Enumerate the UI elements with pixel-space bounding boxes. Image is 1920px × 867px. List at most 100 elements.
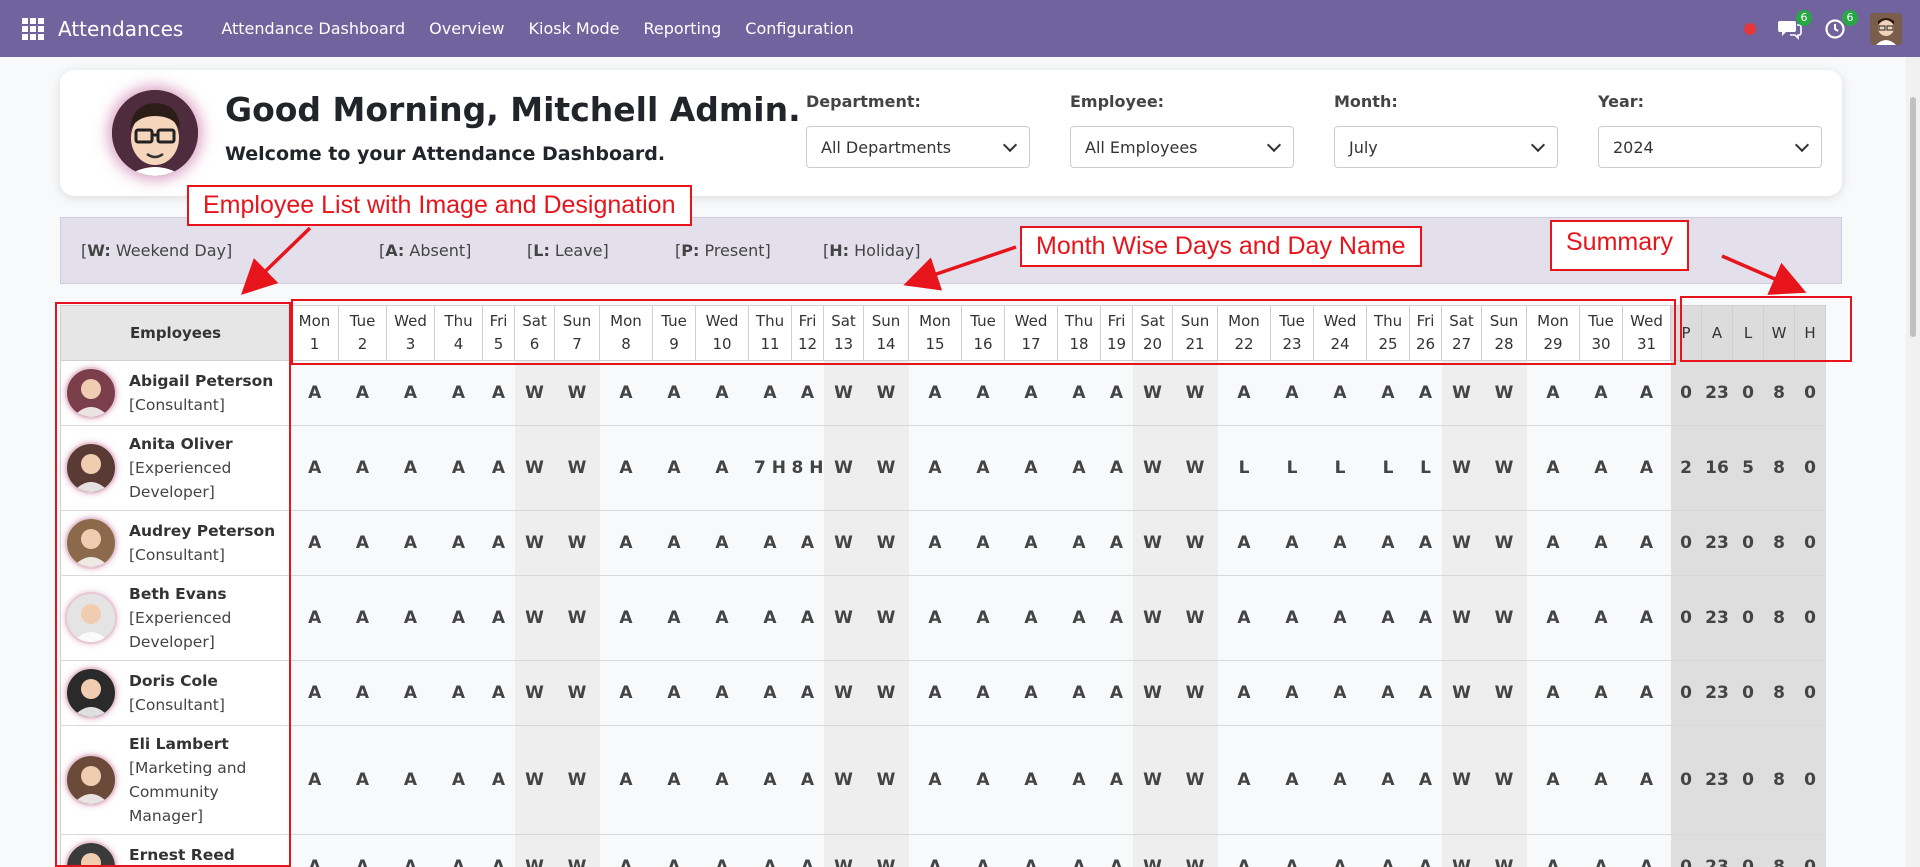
attendance-cell: A [434,725,483,835]
attendance-cell: A [338,575,387,661]
attendance-cell: A [1366,575,1410,661]
summary-cell: 0 [1670,510,1702,576]
attendance-cell: A [1004,834,1058,867]
scrollbar-thumb[interactable] [1910,97,1916,337]
employee-row[interactable]: Anita Oliver [Experienced Developer] A A A A A W… [60,425,1826,511]
attendance-cell: A [695,660,749,726]
attendance-cell: A [338,425,387,511]
attendance-cell: A [1579,834,1623,867]
attendance-cell: A [652,575,696,661]
summary-cell: 23 [1701,660,1733,726]
nav-configuration[interactable]: Configuration [745,19,854,38]
employee-row[interactable]: Beth Evans [Experienced Developer] A A A A A W W A… [60,575,1826,661]
attendance-cell: A [1622,834,1671,867]
attendance-cell: A [961,510,1005,576]
employee-row[interactable]: Ernest Reed[Consultant]AAAAAWWAAAAAWWAAA… [60,834,1826,867]
attendance-cell: A [338,510,387,576]
attendance-cell: A [1409,725,1442,835]
user-avatar[interactable] [1870,12,1902,45]
attendance-cell: A [1100,575,1133,661]
nav-reporting[interactable]: Reporting [644,19,722,38]
employee-row[interactable]: Eli Lambert [Marketing and Community Manage… [60,725,1826,835]
attendance-cell: A [1004,660,1058,726]
employee-row[interactable]: Abigail Peterson [Consultant] A A A A A W W A A A A A… [60,360,1826,426]
attendance-cell: A [1622,575,1671,661]
apps-grid-icon[interactable] [22,17,44,40]
legend-key: P: [681,241,700,260]
attendance-cell: A [695,510,749,576]
attendance-cell: W [1441,510,1482,576]
attendance-cell: A [961,660,1005,726]
year-filter: Year: 2024 [1598,92,1822,168]
attendance-cell: W [823,725,864,835]
attendance-cell: W [1132,575,1173,661]
summary-cell: 0 [1794,360,1826,426]
nav-attendance-dashboard[interactable]: Attendance Dashboard [221,19,405,38]
attendance-cell: A [652,660,696,726]
attendance-cell: A [908,575,962,661]
legend-text: Holiday] [849,241,921,260]
greeting-title: Good Morning, Mitchell Admin. [225,90,801,129]
attendance-cell: A [791,660,824,726]
attendance-cell: W [554,510,600,576]
attendance-cell: W [554,834,600,867]
month-value: July [1349,137,1378,157]
attendance-cell: A [290,660,339,726]
nav-overview[interactable]: Overview [429,19,504,38]
top-navbar: Attendances Attendance Dashboard Overvie… [0,0,1920,57]
attendance-cell: A [386,660,435,726]
table-body: Abigail Peterson [Consultant] A A A A A W W A A A A A… [60,360,1826,867]
chat-icon[interactable]: 6 [1778,9,1812,40]
employee-list-highlight [55,302,291,867]
attendance-cell: A [1217,360,1271,426]
department-select[interactable]: All Departments [806,126,1030,168]
attendance-cell: W [514,360,555,426]
attendance-cell: W [823,660,864,726]
attendance-cell: A [1057,510,1101,576]
attendance-cell: W [514,425,555,511]
summary-cell: 0 [1732,834,1764,867]
summary-cell: 0 [1794,575,1826,661]
employee-row[interactable]: Audrey Peterson [Consultant] A A A A A W W A A A A A W… [60,510,1826,576]
attendance-cell: A [1217,834,1271,867]
attendance-cell: A [748,575,792,661]
attendance-cell: W [1441,725,1482,835]
attendance-cell: L [1313,425,1367,511]
year-select[interactable]: 2024 [1598,126,1822,168]
attendance-cell: A [1270,725,1314,835]
attendance-cell: A [961,725,1005,835]
attendance-cell: 7 H [748,425,792,511]
nav-kiosk-mode[interactable]: Kiosk Mode [529,19,620,38]
legend-text: Present] [699,241,771,260]
attendance-cell: W [1132,360,1173,426]
employee-row[interactable]: Doris Cole [Consultant] A A A A A W W A A A A A W W A A A A… [60,660,1826,726]
attendance-cell: W [514,575,555,661]
attendance-cell: A [1579,425,1623,511]
attendance-cell: A [1217,660,1271,726]
attendance-cell: A [908,360,962,426]
activity-clock-icon[interactable]: 6 [1824,9,1858,40]
attendance-cell: A [748,510,792,576]
attendance-cell: A [748,660,792,726]
attendance-cell: W [1172,834,1218,867]
attendance-cell: W [1132,510,1173,576]
attendance-cell: A [1100,360,1133,426]
attendance-cell: A [791,725,824,835]
page-scrollbar[interactable] [1906,57,1920,867]
app-brand[interactable]: Attendances [58,17,183,41]
department-value: All Departments [821,137,952,157]
attendance-cell: A [482,725,515,835]
attendance-cell: A [652,725,696,835]
employee-select[interactable]: All Employees [1070,126,1294,168]
summary-cell: 23 [1701,575,1733,661]
month-select[interactable]: July [1334,126,1558,168]
month-filter: Month: July [1334,92,1558,168]
recording-dot-icon[interactable] [1744,22,1756,35]
attendance-cell: A [338,660,387,726]
attendance-cell: W [1481,425,1527,511]
attendance-cell: A [1057,834,1101,867]
summary-cell: 16 [1701,425,1733,511]
attendance-cell: W [1481,725,1527,835]
summary-cell: 0 [1732,660,1764,726]
attendance-cell: A [1622,360,1671,426]
